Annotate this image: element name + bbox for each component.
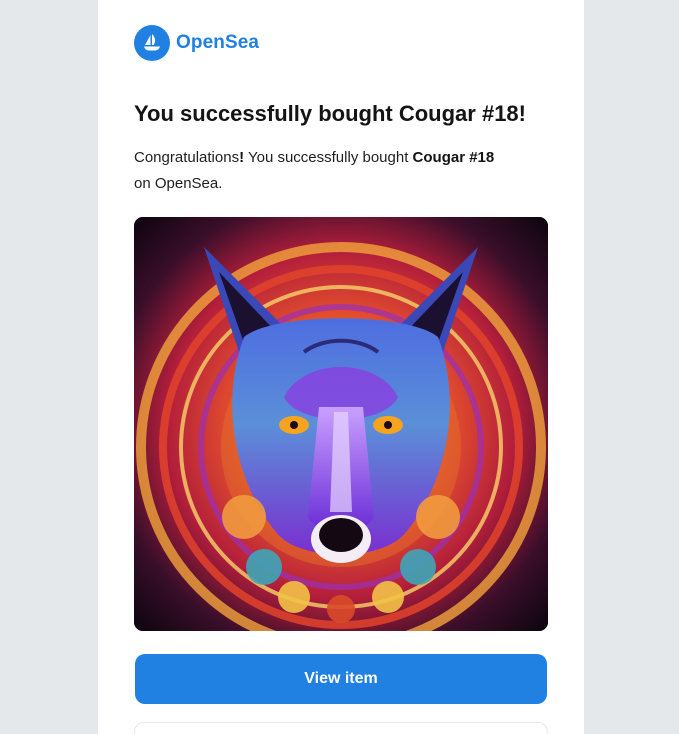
brand-name: OpenSea [176, 32, 260, 53]
message-intro: Congratulations [134, 149, 240, 166]
item-name: Cougar #18 [412, 149, 495, 166]
nft-image[interactable] [134, 217, 548, 631]
message-mid: You successfully bought [244, 149, 413, 166]
email-message: Congratulations! You successfully bought… [134, 149, 495, 192]
next-section-card [134, 722, 548, 734]
message-end: on OpenSea. [134, 175, 223, 192]
cougar-artwork [134, 217, 548, 631]
opensea-brand[interactable]: OpenSea [134, 25, 259, 61]
email-card: OpenSea You successfully bought Cougar #… [98, 0, 584, 734]
email-headline: You successfully bought Cougar #18! [134, 101, 526, 126]
opensea-logo-icon [134, 25, 170, 61]
view-item-button[interactable]: View item [135, 654, 547, 704]
